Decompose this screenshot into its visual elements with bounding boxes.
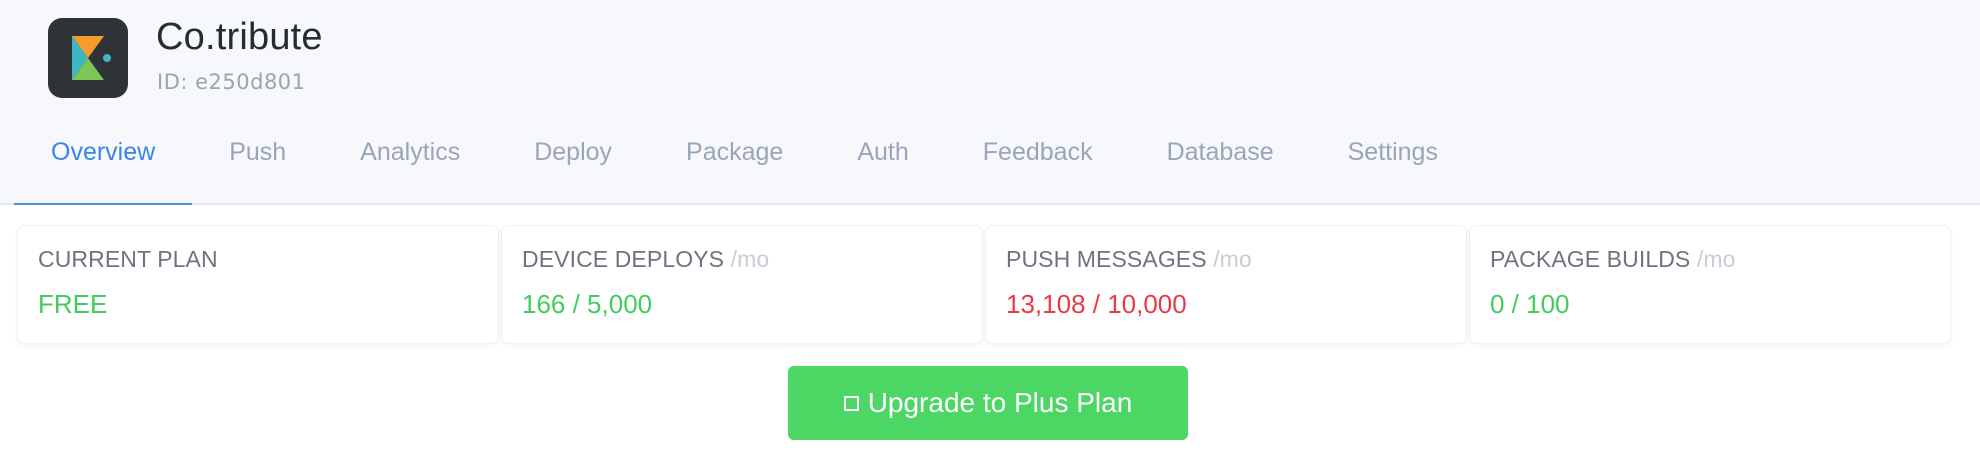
current-plan-value: FREE <box>38 289 108 319</box>
tab-feedback[interactable]: Feedback <box>946 139 1130 205</box>
tab-push[interactable]: Push <box>192 139 323 205</box>
tab-package[interactable]: Package <box>649 139 820 205</box>
usage-cards: CURRENT PLAN FREE DEVICE DEPLOYS /mo 166… <box>18 226 1950 343</box>
push-messages-card: PUSH MESSAGES /mo 13,108 / 10,000 <box>986 226 1466 343</box>
per-month-unit: /mo <box>730 246 770 272</box>
tab-analytics[interactable]: Analytics <box>323 139 497 205</box>
per-month-unit: /mo <box>1213 246 1252 272</box>
per-month-unit: /mo <box>1696 246 1736 272</box>
tab-deploy[interactable]: Deploy <box>497 139 649 205</box>
tab-database[interactable]: Database <box>1130 139 1311 205</box>
app-logo-icon <box>48 18 128 98</box>
push-messages-label: PUSH MESSAGES <box>1006 246 1207 272</box>
app-header: Co.tribute ID: e250d801 Overview Push An… <box>0 0 1980 205</box>
upgrade-button-label: Upgrade to Plus Plan <box>867 387 1133 418</box>
push-messages-value: 13,108 / 10,000 <box>1006 289 1187 319</box>
upgrade-plan-button[interactable]: Upgrade to Plus Plan <box>788 366 1188 440</box>
tab-bar: Overview Push Analytics Deploy Package A… <box>14 139 1475 205</box>
package-builds-card: PACKAGE BUILDS /mo 0 / 100 <box>1470 226 1950 343</box>
device-deploys-label: DEVICE DEPLOYS <box>522 246 725 272</box>
square-icon <box>843 395 859 411</box>
card-label: PUSH MESSAGES /mo <box>1006 246 1446 273</box>
app-id: ID: e250d801 <box>157 70 306 94</box>
tab-auth[interactable]: Auth <box>820 139 945 205</box>
tab-settings[interactable]: Settings <box>1311 139 1475 205</box>
package-builds-value: 0 / 100 <box>1490 289 1570 319</box>
tab-overview[interactable]: Overview <box>14 139 193 205</box>
app-title: Co.tribute <box>156 16 323 58</box>
current-plan-card: CURRENT PLAN FREE <box>18 226 498 343</box>
current-plan-label: CURRENT PLAN <box>38 246 218 272</box>
device-deploys-card: DEVICE DEPLOYS /mo 166 / 5,000 <box>502 226 982 343</box>
card-label: CURRENT PLAN <box>38 246 478 273</box>
package-builds-label: PACKAGE BUILDS <box>1490 246 1691 272</box>
card-label: PACKAGE BUILDS /mo <box>1490 246 1930 273</box>
card-label: DEVICE DEPLOYS /mo <box>522 246 962 273</box>
device-deploys-value: 166 / 5,000 <box>522 289 653 319</box>
